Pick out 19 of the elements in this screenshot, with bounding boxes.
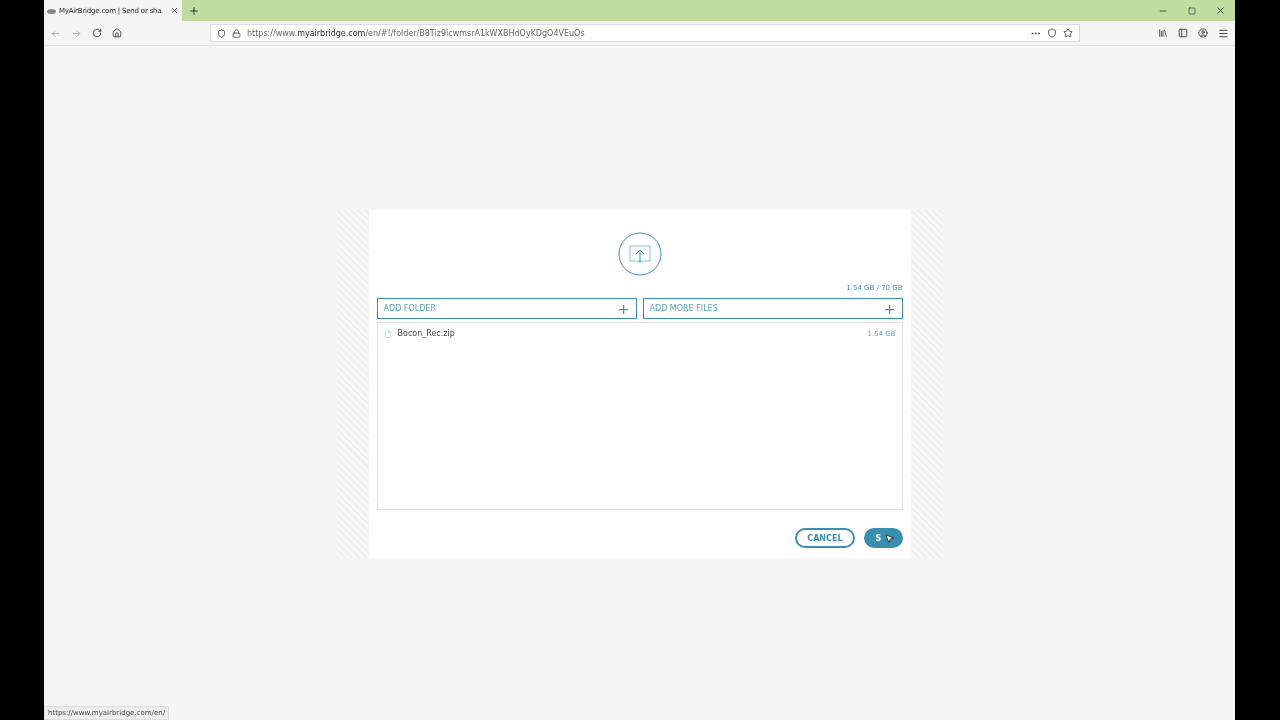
shield-icon — [217, 28, 226, 38]
library-icon[interactable] — [1158, 28, 1168, 38]
star-icon[interactable] — [1063, 28, 1073, 38]
home-icon[interactable] — [112, 28, 122, 38]
account-icon[interactable] — [1198, 28, 1208, 38]
lock-icon — [232, 28, 241, 38]
cancel-button[interactable]: CANCEL — [795, 528, 855, 548]
send-button[interactable]: S — [863, 528, 903, 548]
add-button[interactable]: ADD MORE FILES + — [642, 298, 903, 319]
file-icon — [383, 329, 392, 338]
sidebar-icon[interactable] — [1178, 28, 1188, 38]
file-name: Bocon_Rec.zip — [397, 329, 455, 338]
add-button[interactable]: ADD FOLDER + — [376, 298, 637, 319]
close-icon[interactable] — [170, 6, 179, 15]
address-bar[interactable]: https://www.myairbridge.com/en/#!/folder/B8Tiz9icwmsrA1kWXBHdOyKDgO4VEuOs — [210, 24, 1080, 42]
menu-icon[interactable] — [1218, 27, 1229, 39]
url-text: https://www.myairbridge.com/en/#!/folder/B8Tiz9icwmsrA1kWXBHdOyKDgO4VEuOs — [247, 28, 585, 38]
folder-upload-icon — [617, 232, 662, 276]
reload-icon[interactable] — [92, 28, 102, 38]
